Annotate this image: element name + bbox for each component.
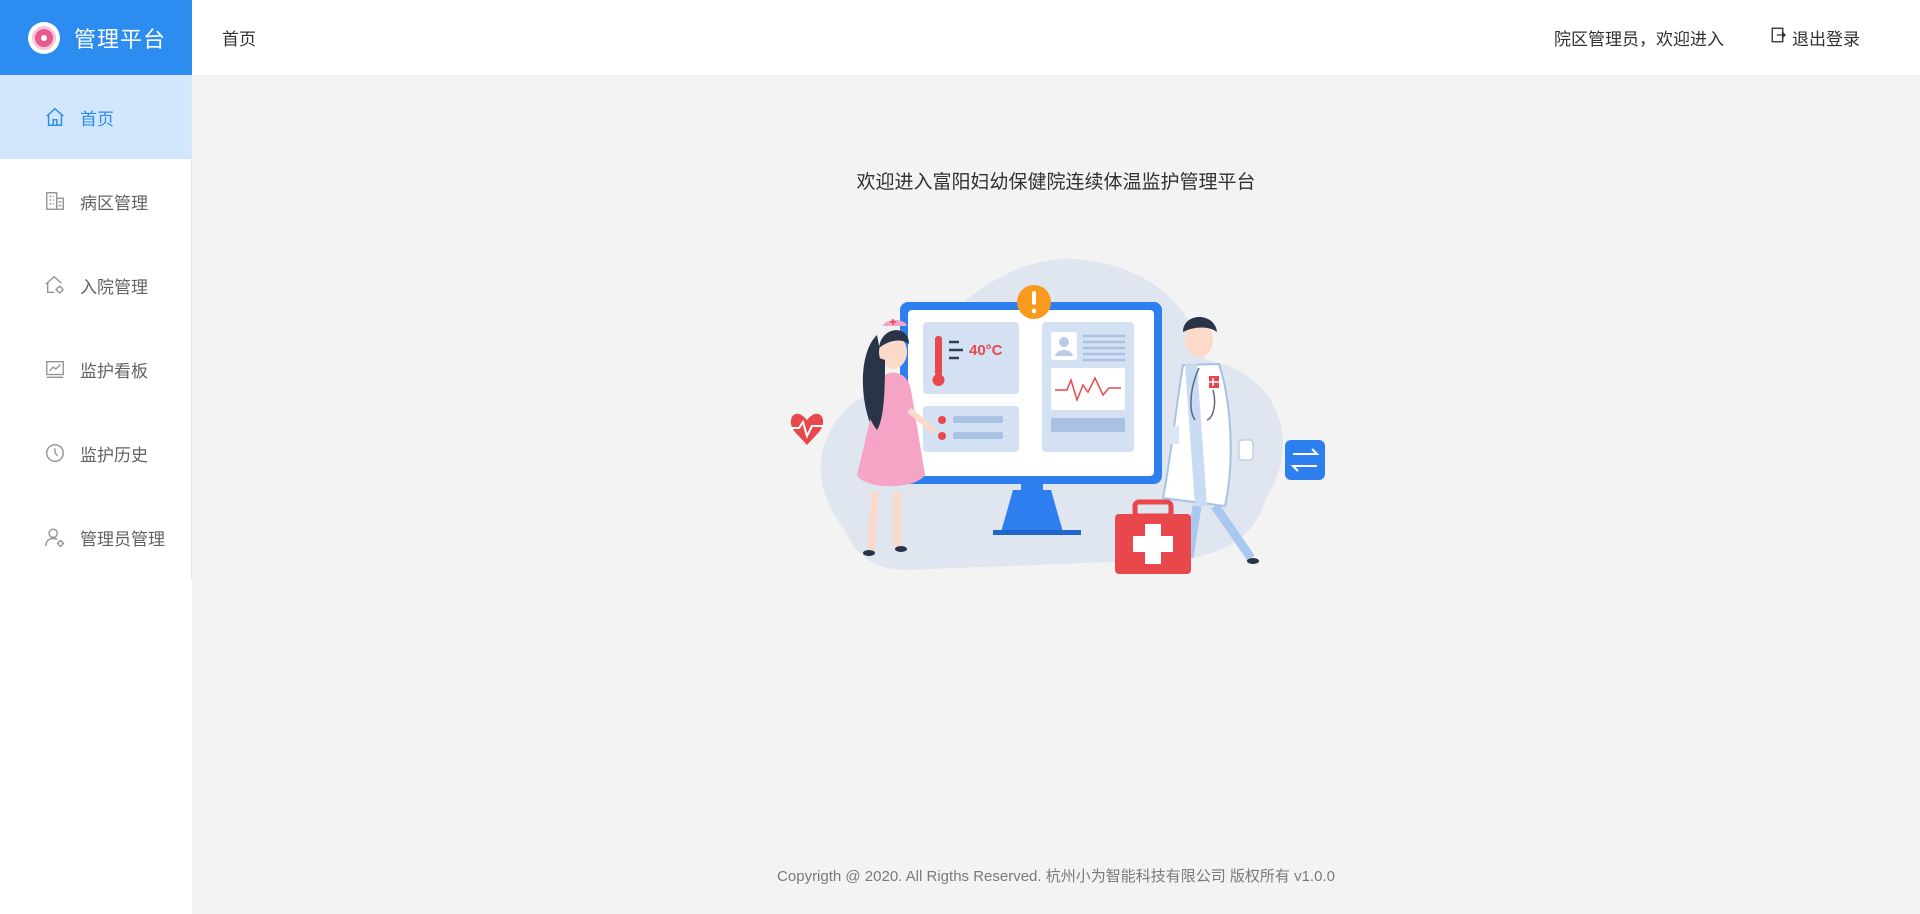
sidebar-item-ward[interactable]: 病区管理 [0, 159, 191, 243]
main-content: 欢迎进入富阳妇幼保健院连续体温监护管理平台 40°C Copyrigth @ 2… [192, 75, 1920, 914]
sidebar-item-label: 首页 [80, 109, 114, 129]
chart-board-icon [44, 358, 66, 380]
app-title: 管理平台 [74, 26, 167, 52]
temperature-readout: 40°C [969, 342, 1003, 359]
welcome-text: 院区管理员，欢迎进入 [1554, 30, 1724, 49]
brand-header[interactable]: 管理平台 [0, 0, 192, 75]
logout-label: 退出登录 [1792, 30, 1860, 49]
building-icon [44, 190, 66, 212]
footer-copyright: Copyrigth @ 2020. All Rigths Reserved. 杭… [777, 868, 1335, 885]
user-gear-icon [44, 526, 66, 548]
home-icon [44, 106, 66, 128]
sidebar: 管理平台 首页 病区管理 入院管理 监护看板 监护历史 管理员管理 [0, 0, 192, 914]
logo-icon [28, 21, 60, 54]
sidebar-item-dashboard[interactable]: 监护看板 [0, 327, 191, 411]
top-header: 首页 院区管理员，欢迎进入 退出登录 [192, 0, 1920, 75]
swap-icon [1285, 440, 1325, 480]
sidebar-item-label: 监护看板 [80, 361, 148, 381]
sidebar-item-label: 监护历史 [80, 445, 148, 465]
house-gear-icon [44, 274, 66, 296]
heart-icon [790, 413, 824, 445]
sidebar-item-history[interactable]: 监护历史 [0, 411, 191, 495]
logout-button[interactable]: 退出登录 [1770, 25, 1860, 50]
sidebar-menu: 首页 病区管理 入院管理 监护看板 监护历史 管理员管理 [0, 75, 192, 579]
sidebar-item-label: 管理员管理 [80, 529, 165, 549]
sidebar-item-admission[interactable]: 入院管理 [0, 243, 191, 327]
medical-illustration: 40°C [790, 258, 1325, 574]
sidebar-item-admins[interactable]: 管理员管理 [0, 495, 191, 579]
sidebar-item-home[interactable]: 首页 [0, 75, 191, 159]
page-title: 欢迎进入富阳妇幼保健院连续体温监护管理平台 [856, 172, 1256, 193]
sidebar-item-label: 入院管理 [80, 277, 148, 297]
sidebar-item-label: 病区管理 [80, 193, 148, 213]
logout-icon [1770, 26, 1792, 49]
clock-icon [44, 442, 66, 464]
breadcrumb[interactable]: 首页 [222, 25, 256, 50]
header-right: 院区管理员，欢迎进入 退出登录 [1554, 25, 1860, 50]
